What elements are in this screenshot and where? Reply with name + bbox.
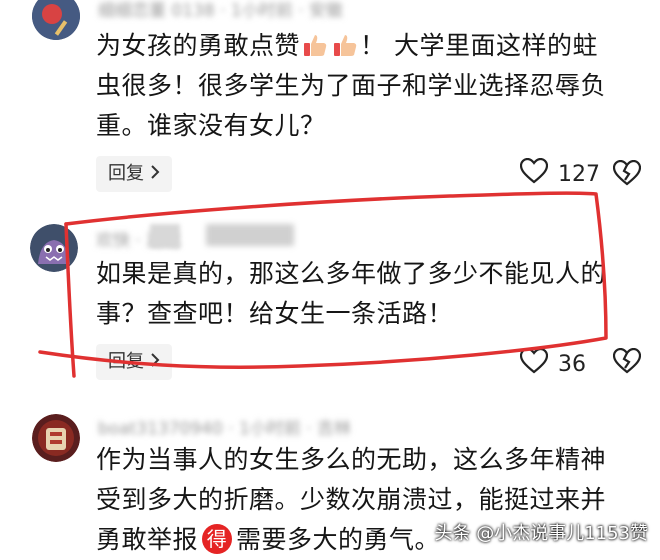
comment-text-line: 需要多大的勇气。 bbox=[236, 525, 441, 554]
avatar[interactable] bbox=[32, 414, 80, 462]
comment-meta: boat31370940 · 1小时前 · 吉林 bbox=[98, 419, 352, 439]
comment-text-line: 受到多大的折磨。少数次崩溃过，能挺过来并 bbox=[96, 485, 607, 514]
comment-text-line: 作为当事人的女生多么的无助，这么多年精神 bbox=[96, 445, 607, 474]
watermark: 头条 @小杰说事儿1153赞 bbox=[434, 523, 648, 544]
comment-text-line: 勇敢举报 bbox=[96, 525, 199, 554]
de-badge-icon: 得 bbox=[202, 524, 233, 554]
